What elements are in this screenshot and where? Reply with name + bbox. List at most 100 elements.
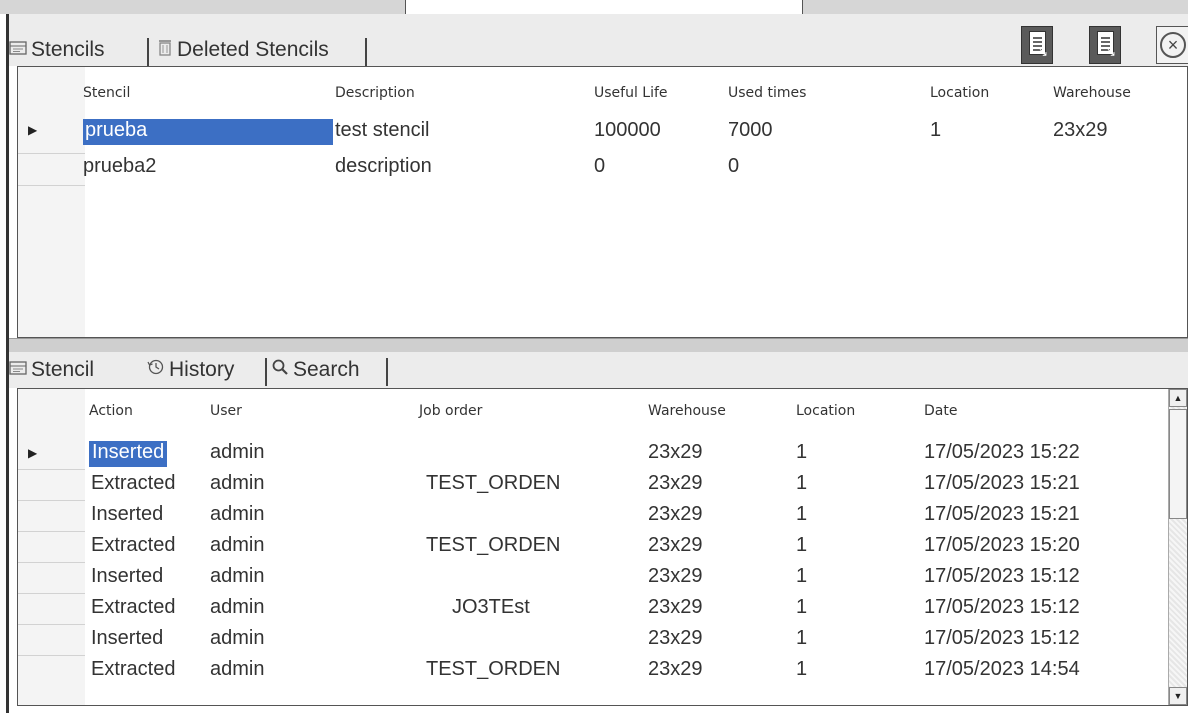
table-cell[interactable]: 17/05/2023 15:12 — [924, 627, 1080, 650]
table-cell[interactable]: 23x29 — [648, 534, 703, 557]
column-header-warehouse[interactable]: Warehouse — [1053, 85, 1131, 101]
row-divider — [18, 531, 85, 532]
column-header-description[interactable]: Description — [335, 85, 415, 101]
tab-search-label: Search — [293, 358, 360, 381]
table-cell[interactable]: 1 — [796, 441, 807, 464]
vertical-scrollbar[interactable]: ▲ ▼ — [1168, 389, 1187, 705]
table-cell[interactable]: Extracted — [91, 472, 175, 495]
tab-history[interactable]: History — [147, 354, 234, 386]
table-cell[interactable]: Inserted — [89, 441, 168, 467]
table-cell[interactable]: admin — [210, 472, 264, 495]
table-cell[interactable]: 17/05/2023 15:12 — [924, 596, 1080, 619]
table-cell[interactable]: 23x29 — [648, 596, 703, 619]
export-button[interactable]: ↘ — [1089, 26, 1121, 64]
column-header-location[interactable]: Location — [930, 85, 989, 101]
close-button[interactable]: × — [1156, 26, 1188, 64]
row-divider — [18, 153, 85, 154]
scrollbar-thumb[interactable] — [1169, 409, 1187, 519]
tab-stencils[interactable]: Stencils — [9, 34, 105, 66]
row-divider — [18, 562, 85, 563]
column-header-job-order[interactable]: Job order — [419, 403, 482, 419]
table-cell[interactable]: admin — [210, 596, 264, 619]
table-cell[interactable]: 1 — [796, 627, 807, 650]
tab-deleted-stencils[interactable]: Deleted Stencils — [157, 34, 329, 66]
table-cell[interactable]: admin — [210, 503, 264, 526]
search-icon — [271, 358, 289, 382]
table-cell[interactable]: 23x29 — [648, 658, 703, 681]
tab-separator — [147, 38, 149, 66]
stencils-table: Stencil Description Useful Life Used tim… — [17, 66, 1188, 338]
tab-stencils-label: Stencils — [31, 38, 105, 61]
table-cell[interactable]: Extracted — [91, 596, 175, 619]
scroll-down-icon[interactable]: ▼ — [1169, 687, 1187, 705]
table-cell[interactable]: 23x29 — [648, 441, 703, 464]
tab-stencil[interactable]: Stencil — [9, 354, 94, 386]
table-cell[interactable]: 17/05/2023 15:20 — [924, 534, 1080, 557]
table-cell[interactable]: Extracted — [91, 658, 175, 681]
table-cell[interactable]: TEST_ORDEN — [426, 658, 560, 681]
history-icon — [147, 358, 165, 382]
table-cell[interactable]: 23x29 — [648, 503, 703, 526]
column-header-date[interactable]: Date — [924, 403, 957, 419]
table-cell[interactable]: Inserted — [91, 503, 163, 526]
report-button[interactable]: ↘ — [1021, 26, 1053, 64]
table-cell[interactable]: admin — [210, 658, 264, 681]
arrow-icon: ↘ — [1105, 45, 1116, 59]
table-cell[interactable]: 1 — [930, 119, 941, 142]
table-cell[interactable]: admin — [210, 565, 264, 588]
row-divider — [18, 185, 85, 186]
column-header-useful-life[interactable]: Useful Life — [594, 85, 668, 101]
column-header-location[interactable]: Location — [796, 403, 855, 419]
table-cell[interactable]: 1 — [796, 534, 807, 557]
table-cell[interactable]: 1 — [796, 596, 807, 619]
column-header-warehouse[interactable]: Warehouse — [648, 403, 726, 419]
table-cell[interactable]: 100000 — [594, 119, 661, 142]
table-cell[interactable]: 17/05/2023 15:22 — [924, 441, 1080, 464]
table-cell[interactable]: 23x29 — [648, 627, 703, 650]
table-cell[interactable]: 17/05/2023 15:12 — [924, 565, 1080, 588]
row-divider — [18, 593, 85, 594]
table-cell[interactable]: JO3TEst — [452, 596, 530, 619]
table-cell[interactable]: 1 — [796, 503, 807, 526]
table-cell[interactable]: 17/05/2023 15:21 — [924, 503, 1080, 526]
table-cell[interactable]: prueba2 — [83, 155, 156, 178]
table-cell[interactable]: Extracted — [91, 534, 175, 557]
row-divider — [18, 624, 85, 625]
table-cell[interactable]: 0 — [728, 155, 739, 178]
table-cell[interactable]: admin — [210, 627, 264, 650]
table-cell[interactable]: 17/05/2023 14:54 — [924, 658, 1080, 681]
close-icon: × — [1160, 32, 1186, 58]
table-cell[interactable]: 17/05/2023 15:21 — [924, 472, 1080, 495]
table-cell[interactable]: Inserted — [91, 627, 163, 650]
table-cell[interactable]: TEST_ORDEN — [426, 534, 560, 557]
table-cell[interactable]: 1 — [796, 658, 807, 681]
table-cell[interactable]: TEST_ORDEN — [426, 472, 560, 495]
table-cell[interactable]: 7000 — [728, 119, 773, 142]
table-cell[interactable]: test stencil — [335, 119, 429, 142]
table-cell[interactable]: 1 — [796, 472, 807, 495]
stencil-icon — [9, 38, 27, 62]
pane-splitter[interactable] — [9, 338, 1188, 352]
table-cell[interactable]: 23x29 — [648, 565, 703, 588]
table-cell[interactable]: 23x29 — [648, 472, 703, 495]
tab-stencil-label: Stencil — [31, 358, 95, 381]
trash-icon — [157, 38, 173, 62]
table-cell[interactable]: 23x29 — [1053, 119, 1108, 142]
column-header-used-times[interactable]: Used times — [728, 85, 806, 101]
column-header-action[interactable]: Action — [89, 403, 133, 419]
table-cell[interactable]: Inserted — [91, 565, 163, 588]
column-header-stencil[interactable]: Stencil — [83, 85, 130, 101]
table-cell[interactable]: 0 — [594, 155, 605, 178]
column-header-user[interactable]: User — [210, 403, 242, 419]
stencils-tab-bar: Stencils Deleted Stencils ↘ ↘ × — [9, 14, 1188, 66]
table-cell[interactable]: admin — [210, 534, 264, 557]
row-divider — [18, 469, 85, 470]
row-header-column — [18, 67, 85, 337]
table-cell[interactable]: prueba — [83, 119, 333, 145]
scroll-up-icon[interactable]: ▲ — [1169, 389, 1187, 407]
table-cell[interactable]: description — [335, 155, 432, 178]
table-cell[interactable]: 1 — [796, 565, 807, 588]
tab-search[interactable]: Search — [271, 354, 360, 386]
tab-history-label: History — [169, 358, 235, 381]
table-cell[interactable]: admin — [210, 441, 264, 464]
